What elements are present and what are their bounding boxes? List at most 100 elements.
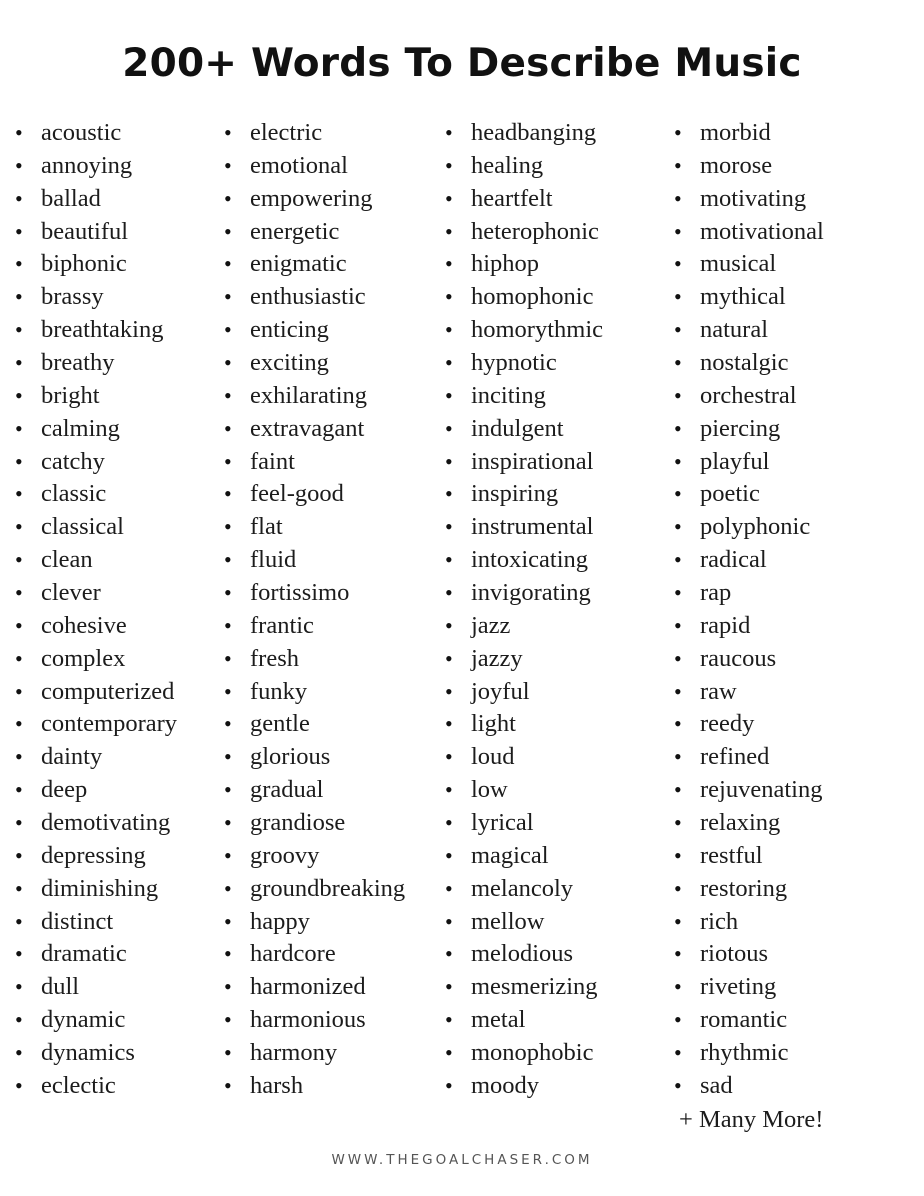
word-text: raw — [700, 677, 737, 705]
list-item: • melancoly — [443, 873, 603, 906]
word-text: deep — [41, 776, 88, 804]
word-text: melancoly — [471, 874, 574, 902]
bullet-icon: • — [445, 481, 453, 507]
word-text: homophonic — [471, 283, 594, 311]
bullet-icon: • — [15, 1040, 23, 1066]
word-text: instrumental — [471, 513, 594, 541]
list-item: • inspirational — [443, 446, 603, 479]
bullet-icon: • — [445, 218, 453, 244]
list-item: • mesmerizing — [443, 971, 603, 1004]
bullet-icon: • — [445, 514, 453, 540]
list-item: • piercing — [672, 413, 824, 446]
many-more-note: + Many More! — [679, 1106, 824, 1133]
list-item: • intoxicating — [443, 544, 603, 577]
bullet-icon: • — [15, 974, 23, 1000]
list-item: • funky — [222, 676, 405, 709]
list-item: • riotous — [672, 938, 824, 971]
bullet-icon: • — [224, 152, 232, 178]
bullet-icon: • — [15, 547, 23, 573]
list-item: • inspiring — [443, 478, 603, 511]
list-item: • feel-good — [222, 478, 405, 511]
bullet-icon: • — [674, 908, 682, 934]
bullet-icon: • — [445, 908, 453, 934]
bullet-icon: • — [445, 612, 453, 638]
word-text: dramatic — [41, 940, 127, 968]
bullet-icon: • — [674, 481, 682, 507]
word-text: harmonized — [250, 973, 366, 1001]
word-text: morbid — [700, 119, 771, 146]
word-column-1: • acoustic • annoying • ballad • beautiful • biph… — [13, 117, 177, 1103]
word-text: musical — [700, 250, 777, 278]
list-item: • inciting — [443, 380, 603, 413]
list-item: • mellow — [443, 906, 603, 939]
word-text: intoxicating — [471, 546, 589, 574]
bullet-icon: • — [224, 1007, 232, 1033]
word-text: beautiful — [41, 217, 129, 245]
word-text: riveting — [700, 973, 777, 1001]
list-item: • dramatic — [13, 938, 177, 971]
list-item: • nostalgic — [672, 347, 824, 380]
list-item: • restoring — [672, 873, 824, 906]
bullet-icon: • — [674, 448, 682, 474]
word-text: rejuvenating — [700, 776, 823, 804]
list-item: • homorythmic — [443, 314, 603, 347]
list-item: • reedy — [672, 708, 824, 741]
list-item: • mythical — [672, 281, 824, 314]
list-item: • enigmatic — [222, 248, 405, 281]
word-text: feel-good — [250, 480, 344, 508]
list-item: • extravagant — [222, 413, 405, 446]
list-item: • harsh — [222, 1070, 405, 1103]
word-text: calming — [41, 414, 120, 442]
bullet-icon: • — [445, 251, 453, 277]
bullet-icon: • — [15, 382, 23, 408]
bullet-icon: • — [674, 777, 682, 803]
list-item: • magical — [443, 840, 603, 873]
list-item: • rap — [672, 577, 824, 610]
word-text: refined — [700, 743, 770, 771]
bullet-icon: • — [15, 152, 23, 178]
word-text: rapid — [700, 611, 751, 639]
bullet-icon: • — [224, 218, 232, 244]
word-text: happy — [250, 907, 310, 935]
list-item: • clean — [13, 544, 177, 577]
list-item: • sad — [672, 1070, 824, 1103]
list-item: • instrumental — [443, 511, 603, 544]
list-item: • moody — [443, 1070, 603, 1103]
word-text: motivational — [700, 217, 824, 245]
bullet-icon: • — [15, 612, 23, 638]
word-text: catchy — [41, 447, 105, 475]
bullet-icon: • — [445, 777, 453, 803]
page-title: 200+ Words To Describe Music — [122, 41, 802, 87]
list-item: • jazzy — [443, 643, 603, 676]
list-item: • refined — [672, 741, 824, 774]
word-text: fresh — [250, 644, 299, 672]
bullet-icon: • — [224, 908, 232, 934]
word-text: computerized — [41, 677, 175, 705]
word-text: exhilarating — [250, 381, 368, 409]
list-item: • exciting — [222, 347, 405, 380]
list-item: • beautiful — [13, 216, 177, 249]
bullet-icon: • — [674, 120, 682, 145]
word-text: sad — [700, 1071, 733, 1099]
word-text: monophobic — [471, 1039, 594, 1067]
bullet-icon: • — [674, 941, 682, 967]
list-item: • fortissimo — [222, 577, 405, 610]
word-text: biphonic — [41, 250, 127, 278]
list-item: • dainty — [13, 741, 177, 774]
list-item: • loud — [443, 741, 603, 774]
list-item: • depressing — [13, 840, 177, 873]
bullet-icon: • — [224, 481, 232, 507]
word-text: nostalgic — [700, 349, 789, 377]
list-item: • flat — [222, 511, 405, 544]
list-item: • demotivating — [13, 807, 177, 840]
word-column-4: • morbid • morose • motivating • motivational • m… — [672, 117, 824, 1103]
bullet-icon: • — [224, 448, 232, 474]
word-text: distinct — [41, 907, 114, 935]
bullet-icon: • — [674, 580, 682, 606]
list-item: • calming — [13, 413, 177, 446]
word-text: enticing — [250, 316, 329, 344]
word-text: enigmatic — [250, 250, 347, 278]
word-text: mellow — [471, 907, 545, 935]
word-text: exciting — [250, 349, 329, 377]
list-item: • fluid — [222, 544, 405, 577]
